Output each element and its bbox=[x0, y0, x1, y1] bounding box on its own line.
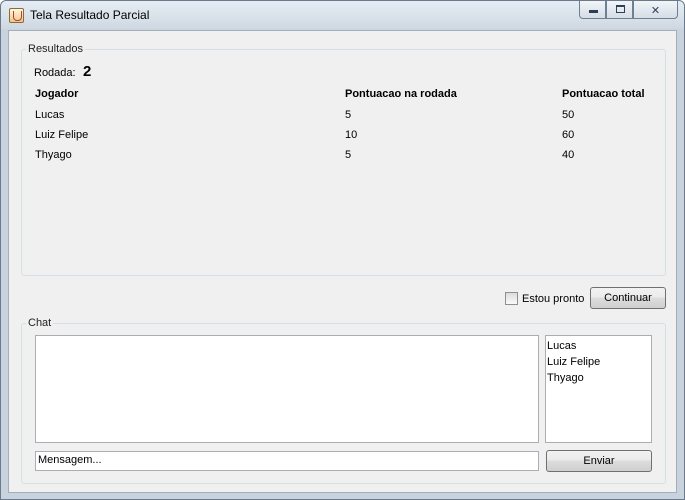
row-3-jogador: Thyago bbox=[35, 149, 72, 161]
maximize-icon bbox=[616, 5, 625, 13]
java-app-icon bbox=[9, 8, 24, 23]
row-2-pontuacao-rodada: 10 bbox=[345, 129, 358, 141]
resultados-panel: Resultados bbox=[21, 43, 666, 276]
chat-messages-area[interactable] bbox=[35, 335, 539, 443]
window-controls: ✕ bbox=[579, 1, 678, 20]
row-3-pontuacao-total: 40 bbox=[562, 149, 575, 161]
title-bar[interactable]: Tela Resultado Parcial ✕ bbox=[1, 1, 684, 29]
row-1-pontuacao-total: 50 bbox=[562, 109, 575, 121]
row-3-pontuacao-rodada: 5 bbox=[345, 149, 352, 161]
players-list[interactable]: Lucas Luiz Felipe Thyago bbox=[545, 335, 652, 443]
resultados-legend: Resultados bbox=[26, 43, 86, 55]
row-1-pontuacao-rodada: 5 bbox=[345, 109, 352, 121]
players-list-item[interactable]: Lucas bbox=[546, 338, 651, 354]
enviar-button[interactable]: Enviar bbox=[546, 450, 652, 472]
close-button[interactable]: ✕ bbox=[633, 1, 678, 19]
players-list-item[interactable]: Thyago bbox=[546, 370, 651, 386]
rodada-value: 2 bbox=[83, 63, 92, 80]
row-2-jogador: Luiz Felipe bbox=[35, 129, 89, 141]
column-header-jogador: Jogador bbox=[35, 88, 79, 100]
window-content: Resultados Rodada: 2 Jogador Pontuacao n… bbox=[8, 30, 677, 493]
window-title: Tela Resultado Parcial bbox=[30, 8, 150, 22]
minimize-button[interactable] bbox=[579, 1, 606, 19]
column-header-pontuacao-rodada: Pontuacao na rodada bbox=[345, 88, 457, 100]
close-icon: ✕ bbox=[650, 4, 661, 17]
chat-legend: Chat bbox=[26, 317, 54, 329]
row-1-jogador: Lucas bbox=[35, 109, 65, 121]
column-header-pontuacao-total: Pontuacao total bbox=[562, 88, 645, 100]
checkbox-box[interactable] bbox=[505, 292, 518, 305]
estou-pronto-checkbox[interactable]: Estou pronto bbox=[505, 292, 584, 305]
estou-pronto-label: Estou pronto bbox=[522, 292, 585, 305]
rodada-label: Rodada: bbox=[34, 67, 76, 79]
players-list-item[interactable]: Luiz Felipe bbox=[546, 354, 651, 370]
message-input[interactable]: Mensagem... bbox=[35, 451, 539, 471]
minimize-icon bbox=[589, 10, 598, 13]
continuar-button[interactable]: Continuar bbox=[590, 287, 666, 309]
maximize-button[interactable] bbox=[606, 1, 633, 19]
app-window: Tela Resultado Parcial ✕ Resultados Roda… bbox=[0, 0, 685, 500]
row-2-pontuacao-total: 60 bbox=[562, 129, 575, 141]
